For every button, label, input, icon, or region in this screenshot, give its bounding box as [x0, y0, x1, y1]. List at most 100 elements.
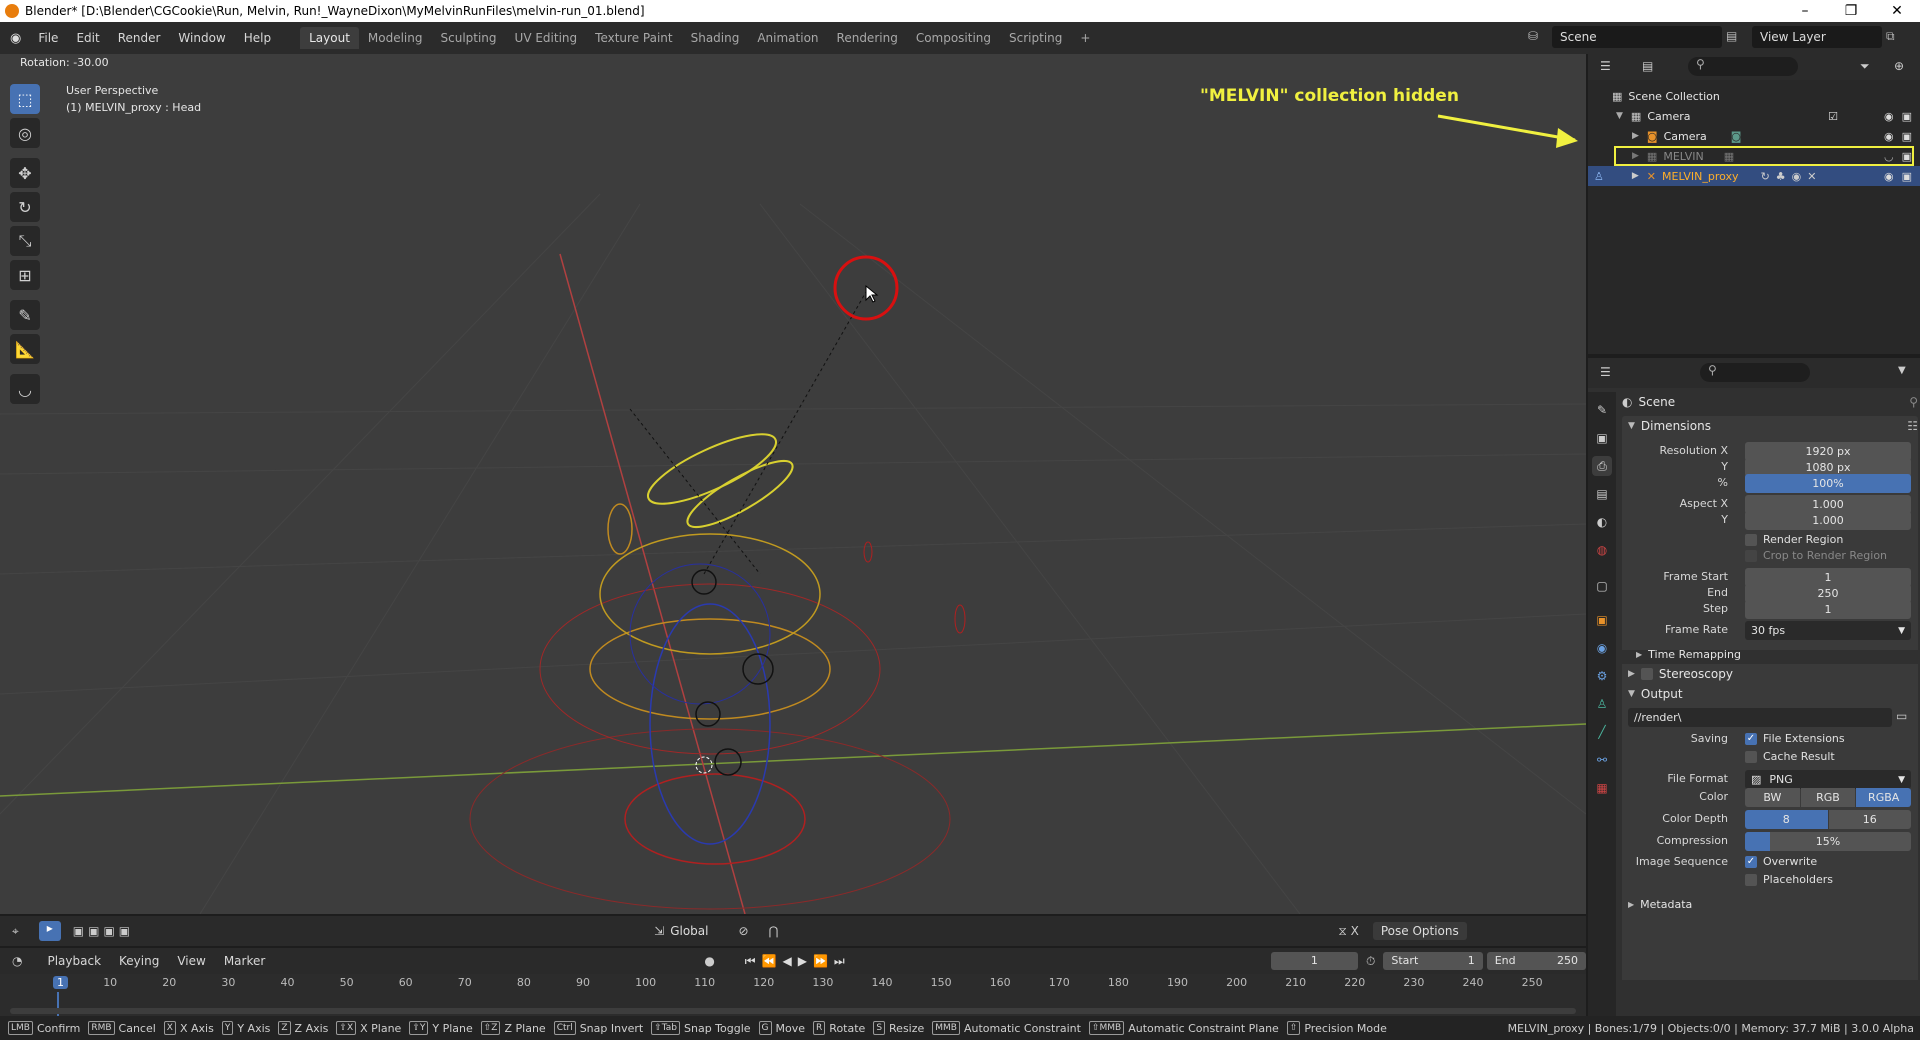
stereoscopy-panel-header[interactable]: ▶ Stereoscopy [1622, 664, 1918, 684]
view-layer-icon[interactable]: ▤ [1726, 29, 1737, 43]
selection-modes-icon[interactable]: ▣▣▣▣ [73, 924, 134, 938]
timeline-editor-icon[interactable]: ◔ [12, 954, 22, 968]
file-extensions-checkbox[interactable]: ✓ File Extensions [1745, 732, 1845, 745]
clock-icon[interactable]: ⏱ [1366, 954, 1375, 969]
transform-orientation-icon[interactable]: ⇲ [654, 924, 664, 938]
filter-icon[interactable]: ⏷ [1860, 59, 1870, 74]
checkbox-icon[interactable]: ☑ [1828, 110, 1838, 123]
render-region-checkbox[interactable]: Render Region [1745, 533, 1843, 546]
outliner-editor-icon[interactable]: ☰ [1600, 59, 1611, 73]
timeline-menu-keying[interactable]: Keying [110, 954, 168, 968]
bone-tab-icon[interactable]: ╱ [1592, 722, 1612, 742]
current-frame-field[interactable]: 1 [1270, 952, 1359, 970]
camera-render-icon[interactable]: ▣ [1902, 110, 1912, 123]
tab-shading[interactable]: Shading [682, 27, 749, 49]
add-workspace-button[interactable]: + [1071, 27, 1099, 49]
tab-compositing[interactable]: Compositing [907, 27, 1000, 49]
texture-tab-icon[interactable]: ▦ [1592, 778, 1612, 798]
outliner-search-input[interactable]: ⚲ [1688, 57, 1798, 76]
frame-rate-dropdown[interactable]: 30 fps ▼ [1745, 621, 1911, 640]
collection-tab-icon[interactable]: ▢ [1592, 576, 1612, 596]
tab-uv-editing[interactable]: UV Editing [506, 27, 587, 49]
bone-roll-tool[interactable]: ◡ [10, 374, 40, 404]
compression-slider[interactable]: 15% [1745, 832, 1911, 851]
rotate-tool[interactable]: ↻ [10, 192, 40, 222]
view-layer-tab-icon[interactable]: ▤ [1592, 484, 1612, 504]
new-collection-icon[interactable]: ⊕ [1894, 59, 1904, 73]
crop-region-checkbox[interactable]: Crop to Render Region [1745, 549, 1887, 562]
eye-icon[interactable]: ◉ [1884, 130, 1894, 143]
eye-icon[interactable]: ◉ [1884, 170, 1894, 183]
expand-arrow-icon[interactable]: ▼ [1616, 111, 1623, 121]
menu-file[interactable]: File [29, 31, 67, 45]
depth-16-button[interactable]: 16 [1828, 810, 1911, 829]
file-format-dropdown[interactable]: ▨ PNG ▼ [1745, 770, 1911, 789]
pose-options-dropdown[interactable]: Pose Options [1372, 922, 1467, 940]
minimize-button[interactable]: – [1782, 0, 1828, 22]
timeline-menu-marker[interactable]: Marker [215, 954, 274, 968]
tool-tab-icon[interactable]: ✎ [1592, 400, 1612, 420]
3d-viewport[interactable]: Rotation: -30.00 User Perspective (1) ME… [0, 54, 1586, 914]
time-remapping-subpanel[interactable]: ▶ Time Remapping [1622, 644, 1918, 664]
tab-animation[interactable]: Animation [748, 27, 827, 49]
close-button[interactable]: ✕ [1874, 0, 1920, 22]
select-mode-icon[interactable]: ▸ [38, 921, 61, 941]
measure-tool[interactable]: 📐 [10, 334, 40, 364]
chevron-down-icon[interactable]: ▼ [1898, 365, 1906, 376]
timeline-scrollbar[interactable] [10, 1008, 1576, 1014]
tab-rendering[interactable]: Rendering [828, 27, 907, 49]
scene-tab-icon[interactable]: ◐ [1592, 512, 1612, 532]
start-frame-field[interactable]: Start 1 [1383, 952, 1483, 970]
object-tab-icon[interactable]: ▣ [1592, 610, 1612, 630]
output-panel-header[interactable]: ▼ Output [1622, 684, 1918, 704]
world-tab-icon[interactable]: ◍ [1592, 540, 1612, 560]
dimensions-panel-header[interactable]: ▼ Dimensions ☷ [1622, 416, 1918, 436]
timeline-menu-view[interactable]: View [168, 954, 214, 968]
bone-constraint-tab-icon[interactable]: ⚯ [1592, 750, 1612, 770]
new-view-layer-icon[interactable]: ⧉ [1886, 29, 1895, 44]
select-box-tool[interactable]: ⬚ [10, 84, 40, 114]
expand-arrow-icon[interactable]: ▶ [1632, 131, 1639, 141]
resolution-percent-field[interactable]: 100% [1745, 474, 1911, 493]
move-tool[interactable]: ✥ [10, 158, 40, 188]
camera-render-icon[interactable]: ▣ [1902, 170, 1912, 183]
color-bw-button[interactable]: BW [1745, 788, 1800, 807]
presets-icon[interactable]: ☷ [1907, 419, 1918, 433]
scale-tool[interactable]: ⤡ [10, 226, 40, 256]
properties-search-input[interactable]: ⚲ [1700, 363, 1810, 382]
timeline-area[interactable]: 1 10 20 30 40 50 60 70 80 90 100 110 120 130 140 150 160… [0, 974, 1586, 1016]
blender-menu-icon[interactable]: ◉ [10, 31, 21, 46]
constraint-tab-icon[interactable]: ⚙ [1592, 666, 1612, 686]
pin-icon[interactable]: ⚲ [1909, 395, 1918, 409]
eye-icon[interactable]: ◉ [1884, 110, 1894, 123]
end-frame-field[interactable]: End 250 [1486, 952, 1586, 970]
transform-orientation-select[interactable]: Global [670, 924, 708, 938]
camera-render-icon[interactable]: ▣ [1902, 130, 1912, 143]
outliner-row-camera-object[interactable]: ▶ ◙ Camera ◙ ◉ ▣ [1588, 126, 1920, 146]
pivot-icon[interactable]: ⊘ [738, 924, 748, 938]
output-path-input[interactable]: //render\ [1628, 708, 1892, 727]
maximize-button[interactable]: ❐ [1828, 0, 1874, 22]
cache-result-checkbox[interactable]: Cache Result [1745, 750, 1835, 763]
frame-step-field[interactable]: 1 [1745, 600, 1911, 619]
color-rgba-button[interactable]: RGBA [1856, 788, 1912, 807]
timeline-menu-playback[interactable]: Playback [38, 954, 110, 968]
tab-scripting[interactable]: Scripting [1000, 27, 1071, 49]
metadata-panel-header[interactable]: ▶ Metadata [1622, 894, 1918, 914]
tab-modeling[interactable]: Modeling [359, 27, 432, 49]
snap-icon[interactable]: ⋂ [769, 924, 779, 938]
render-tab-icon[interactable]: ▣ [1592, 428, 1612, 448]
menu-render[interactable]: Render [109, 31, 170, 45]
outliner-row-melvin-collection[interactable]: ▶ ▦ MELVIN ▦ ◡ ▣ [1588, 146, 1920, 166]
cursor-tool[interactable]: ◎ [10, 118, 40, 148]
pose-mirror-icon[interactable]: ⧖ X [1338, 924, 1358, 939]
outliner-row-melvin-proxy[interactable]: ♙ ▶ ✕ MELVIN_proxy ↻♣◉✕ ◉ ▣ [1588, 166, 1920, 186]
tab-sculpting[interactable]: Sculpting [432, 27, 506, 49]
menu-window[interactable]: Window [169, 31, 234, 45]
view-layer-selector[interactable]: View Layer [1752, 26, 1882, 48]
aspect-y-field[interactable]: 1.000 [1745, 511, 1911, 530]
overwrite-checkbox[interactable]: ✓ Overwrite [1745, 855, 1817, 868]
depth-8-button[interactable]: 8 [1745, 810, 1828, 829]
properties-editor-icon[interactable]: ☰ [1600, 365, 1611, 379]
display-mode-icon[interactable]: ▤ [1642, 59, 1653, 73]
